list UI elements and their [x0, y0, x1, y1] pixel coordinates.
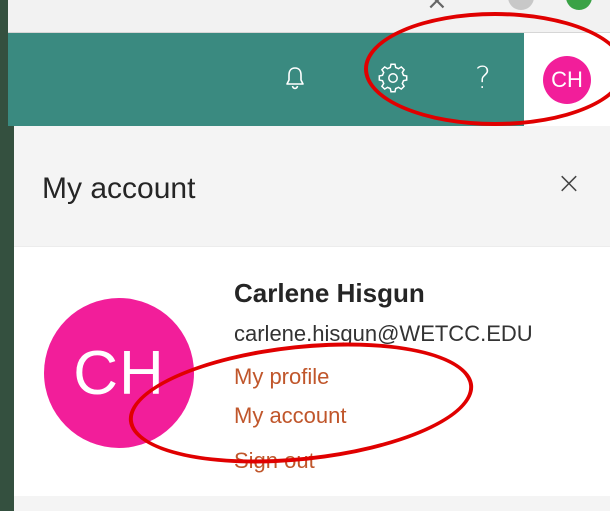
me-control[interactable]: CH [524, 33, 610, 126]
browser-profile-icon[interactable] [508, 0, 534, 10]
screenshot-frame: × ? CH My account × CH Carlene Hisgun ca… [0, 0, 610, 511]
settings-button[interactable] [370, 55, 416, 101]
panel-footer [14, 496, 610, 511]
divider [14, 246, 610, 247]
panel-title: My account [42, 172, 196, 205]
avatar-initials: CH [551, 66, 583, 92]
browser-extension-icon[interactable] [566, 0, 592, 10]
close-icon[interactable]: × [552, 166, 586, 201]
sign-out-link[interactable]: Sign out [234, 448, 315, 474]
my-account-link[interactable]: My account [234, 403, 347, 429]
my-profile-link[interactable]: My profile [234, 364, 329, 390]
browser-chrome: × [8, 0, 610, 33]
help-button[interactable]: ? [460, 55, 506, 101]
user-email: carlene.hisgun@WETCC.EDU [234, 321, 533, 346]
user-name: Carlene Hisgun [234, 278, 425, 308]
profile-avatar-initials: CH [73, 338, 165, 408]
panel-header: My account × [14, 126, 610, 246]
bell-icon [286, 67, 304, 90]
browser-close-icon[interactable]: × [426, 0, 448, 16]
app-header: ? CH [8, 33, 610, 126]
avatar[interactable]: CH [543, 55, 591, 104]
help-icon: ? [475, 60, 491, 96]
account-panel: My account × CH Carlene Hisgun carlene.h… [14, 126, 610, 511]
notifications-button[interactable] [272, 55, 318, 101]
gear-icon [378, 63, 408, 93]
profile-avatar: CH [44, 298, 194, 448]
